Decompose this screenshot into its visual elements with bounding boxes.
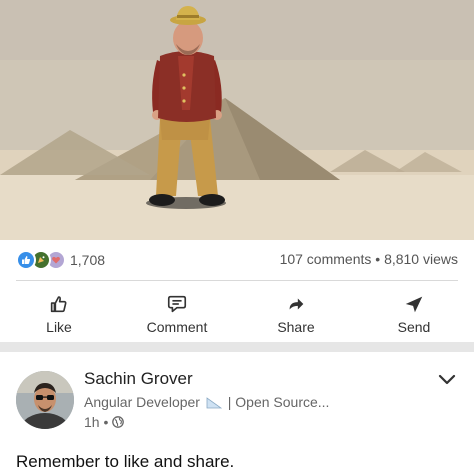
ruler-triangle-icon <box>206 397 222 409</box>
social-counts: 1,708 107 comments • 8,810 views <box>0 240 474 280</box>
comment-button[interactable]: Comment <box>132 287 222 337</box>
like-icon <box>16 250 36 270</box>
thumbs-up-icon <box>50 296 67 313</box>
like-label: Like <box>46 319 72 335</box>
video-player[interactable] <box>0 0 474 240</box>
comment-label: Comment <box>146 319 208 335</box>
share-button[interactable]: Share <box>251 287 341 337</box>
globe-icon <box>112 416 125 428</box>
send-icon <box>405 296 423 313</box>
reactions-summary[interactable]: 1,708 <box>16 250 105 270</box>
send-button[interactable]: Send <box>369 287 459 337</box>
video-frame <box>0 0 474 240</box>
share-arrow-icon <box>289 298 304 310</box>
avatar[interactable] <box>16 371 74 429</box>
post-time: 1h • <box>84 414 125 430</box>
author-headline: Angular Developer | Open Source... <box>84 394 329 410</box>
author-name[interactable]: Sachin Grover <box>84 369 193 389</box>
post-time-label: 1h • <box>84 414 109 430</box>
action-bar: Like Comment Share Send <box>0 281 474 341</box>
share-label: Share <box>277 319 315 335</box>
send-label: Send <box>397 319 431 335</box>
headline-more: | Open Source... <box>227 394 330 410</box>
comment-icon <box>167 295 187 313</box>
headline-role: Angular Developer <box>84 394 200 410</box>
post-text: Remember to like and share. <box>16 452 235 471</box>
reaction-count: 1,708 <box>70 252 106 268</box>
comments-views-count[interactable]: 107 comments • 8,810 views <box>280 251 458 267</box>
chevron-down-icon[interactable] <box>438 374 456 386</box>
section-separator <box>0 342 474 352</box>
like-button[interactable]: Like <box>14 287 104 337</box>
